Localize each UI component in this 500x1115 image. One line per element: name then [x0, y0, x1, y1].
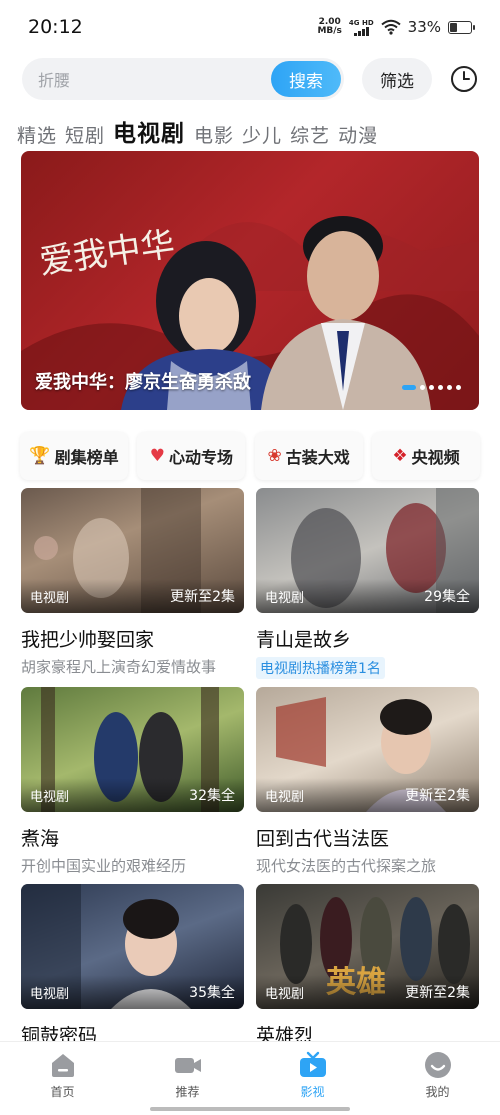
battery-percent: 33%	[407, 18, 441, 36]
category-label: 电视剧	[265, 591, 305, 606]
shortcut-costume-drama[interactable]: ❀ 古装大戏	[254, 432, 363, 480]
drama-title: 煮海	[21, 828, 60, 850]
drama-thumbnail: 电视剧 29集全	[256, 488, 479, 613]
category-tabs: 精选 短剧 电视剧 电影 少儿 综艺 动漫	[17, 112, 386, 148]
signal-label: 4G HD	[348, 18, 374, 27]
drama-card[interactable]: 电视剧 更新至2集 我把少帅娶回家 胡家豪程凡上演奇幻爱情故事	[21, 488, 244, 677]
category-shortcuts: 🏆 剧集榜单 ♥ 心动专场 ❀ 古装大戏 ❖ 央视频	[20, 432, 480, 480]
tab-kids[interactable]: 少儿	[242, 121, 282, 148]
tab-tv-series[interactable]: 电视剧	[113, 114, 185, 148]
category-label: 电视剧	[265, 987, 305, 1002]
shortcut-label: 古装大戏	[285, 448, 350, 467]
tab-short-drama[interactable]: 短剧	[65, 121, 105, 148]
search-button[interactable]: 搜索	[271, 61, 341, 97]
banner-dot[interactable]	[447, 385, 452, 390]
status-time: 20:12	[28, 16, 83, 38]
profile-icon	[424, 1052, 451, 1078]
banner-dot[interactable]	[456, 385, 461, 390]
filter-button[interactable]: 筛选	[362, 58, 432, 100]
featured-banner[interactable]: 爱我中华 爱我中华：廖京生奋勇杀敌	[21, 151, 479, 410]
episode-count: 更新至2集	[170, 589, 235, 605]
shortcut-label: 心动专场	[168, 448, 233, 467]
banner-title: 爱我中华：廖京生奋勇杀敌	[35, 372, 251, 393]
drama-title: 我把少帅娶回家	[21, 629, 155, 651]
tab-featured[interactable]: 精选	[17, 121, 57, 148]
nav-recommend[interactable]: 推荐	[148, 1050, 228, 1115]
nav-label: 影视	[300, 1085, 325, 1099]
drama-thumbnail: 电视剧 更新至2集	[256, 687, 479, 812]
banner-dot[interactable]	[438, 385, 443, 390]
wifi-icon	[381, 19, 401, 35]
bottom-navigation: 首页 推荐 影视 我的	[0, 1041, 500, 1115]
drama-thumbnail: 英雄 电视剧 更新至2集	[256, 884, 479, 1009]
drama-thumbnail: 电视剧 35集全	[21, 884, 244, 1009]
episode-count: 32集全	[189, 788, 235, 804]
banner-dot[interactable]	[429, 385, 434, 390]
episode-count: 更新至2集	[405, 788, 470, 804]
history-clock-icon[interactable]	[450, 65, 478, 93]
drama-card[interactable]: 电视剧 更新至2集 回到古代当法医 现代女法医的古代探案之旅	[256, 687, 479, 876]
category-label: 电视剧	[30, 987, 70, 1002]
poster-text: 英雄	[326, 965, 386, 1000]
drama-thumbnail: 电视剧 更新至2集	[21, 488, 244, 613]
fan-icon: ❀	[267, 445, 282, 466]
shortcut-label: 央视频	[411, 448, 460, 467]
episode-count: 29集全	[424, 589, 470, 605]
search-input[interactable]: 折腰 搜索	[22, 58, 344, 100]
drama-card[interactable]: 电视剧 29集全 青山是故乡 电视剧热播榜第1名	[256, 488, 479, 679]
heart-icon: ♥	[149, 445, 165, 466]
tab-movies[interactable]: 电影	[194, 121, 234, 148]
drama-description: 开创中国实业的艰难经历	[21, 857, 187, 875]
banner-dot[interactable]	[420, 385, 425, 390]
drama-card[interactable]: 电视剧 35集全 铜鼓密码	[21, 884, 244, 1048]
network-speed-unit: MB/s	[317, 26, 342, 36]
category-label: 电视剧	[30, 790, 70, 805]
home-icon	[51, 1054, 74, 1077]
search-row: 折腰 搜索 筛选	[22, 58, 482, 100]
drama-thumbnail: 电视剧 32集全	[21, 687, 244, 812]
trophy-icon: 🏆	[29, 445, 51, 466]
shortcut-label: 剧集榜单	[54, 448, 119, 467]
cctv-logo-icon: ❖	[392, 445, 408, 466]
drama-card[interactable]: 电视剧 32集全 煮海 开创中国实业的艰难经历	[21, 687, 244, 876]
drama-title: 回到古代当法医	[256, 828, 390, 850]
network-speed: 2.00 MB/s	[317, 18, 341, 36]
category-label: 电视剧	[265, 790, 305, 805]
cellular-signal-icon: 4G HD	[349, 19, 374, 36]
banner-calligraphy: 爱我中华	[37, 224, 177, 283]
shortcut-drama-ranking[interactable]: 🏆 剧集榜单	[20, 432, 128, 480]
episode-count: 更新至2集	[405, 985, 470, 1001]
search-placeholder: 折腰	[38, 71, 71, 90]
nav-label: 首页	[50, 1085, 75, 1099]
tv-icon	[299, 1051, 326, 1077]
video-camera-icon	[174, 1058, 201, 1073]
drama-title: 青山是故乡	[256, 629, 352, 651]
drama-description: 胡家豪程凡上演奇幻爱情故事	[21, 658, 217, 676]
category-label: 电视剧	[30, 591, 70, 606]
drama-description: 现代女法医的古代探案之旅	[256, 857, 437, 875]
nav-profile[interactable]: 我的	[398, 1050, 478, 1115]
nav-label: 推荐	[175, 1085, 200, 1099]
nav-film-tv[interactable]: 影视	[273, 1050, 353, 1115]
drama-card[interactable]: 英雄 电视剧 更新至2集 英雄烈	[256, 884, 479, 1048]
status-bar: 20:12 2.00 MB/s 4G HD 33%	[0, 0, 500, 54]
status-indicators: 2.00 MB/s 4G HD 33%	[317, 18, 475, 36]
nav-label: 我的	[425, 1085, 450, 1099]
tab-anime[interactable]: 动漫	[338, 121, 378, 148]
battery-icon	[448, 20, 475, 34]
home-indicator[interactable]	[150, 1107, 350, 1111]
tab-variety[interactable]: 综艺	[290, 121, 330, 148]
shortcut-heartbeat[interactable]: ♥ 心动专场	[137, 432, 246, 480]
nav-home[interactable]: 首页	[23, 1050, 103, 1115]
ranking-tag: 电视剧热播榜第1名	[256, 657, 385, 679]
banner-pagination	[402, 385, 461, 390]
shortcut-cctv-video[interactable]: ❖ 央视频	[371, 432, 480, 480]
banner-dot[interactable]	[402, 385, 416, 390]
episode-count: 35集全	[189, 985, 235, 1001]
